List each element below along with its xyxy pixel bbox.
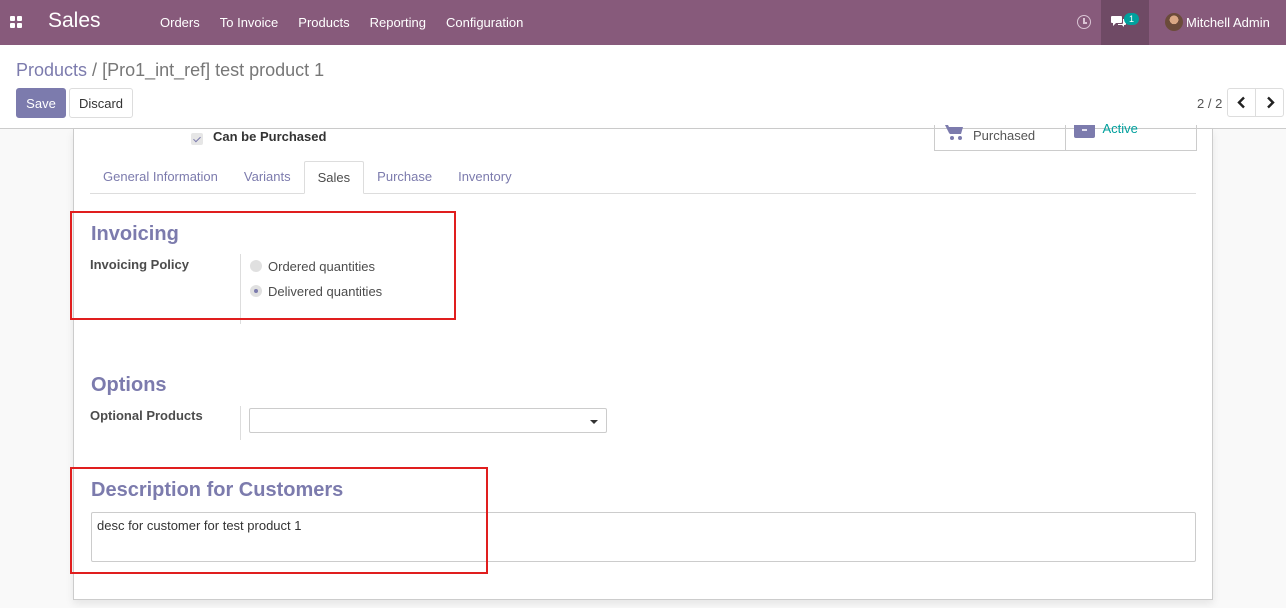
activity-clock-icon[interactable] <box>1077 15 1091 29</box>
chevron-right-icon <box>1267 96 1275 109</box>
chat-count-badge: 1 <box>1124 13 1140 25</box>
user-menu[interactable]: Mitchell Admin <box>1186 15 1270 30</box>
pager-previous-button[interactable] <box>1227 88 1256 117</box>
options-title: Options <box>91 374 167 396</box>
menu-item-reporting[interactable]: Reporting <box>360 0 436 45</box>
tab-variants[interactable]: Variants <box>231 161 304 193</box>
tab-inventory[interactable]: Inventory <box>445 161 524 193</box>
user-avatar[interactable] <box>1165 13 1183 31</box>
app-title[interactable]: Sales <box>48 9 101 33</box>
archive-icon <box>1073 125 1095 138</box>
tab-purchase[interactable]: Purchase <box>364 161 445 193</box>
ordered-quantities-label[interactable]: Ordered quantities <box>268 259 375 274</box>
chevron-left-icon <box>1237 96 1245 109</box>
delivered-quantities-option[interactable]: Delivered quantities <box>250 282 382 300</box>
invoicing-title: Invoicing <box>91 223 179 245</box>
form-sheet: Can be Purchased Purchased Active Genera… <box>73 121 1213 600</box>
menu-item-to-invoice[interactable]: To Invoice <box>210 0 289 45</box>
notebook-tabs: General Information Variants Sales Purch… <box>90 161 1196 194</box>
field-separator <box>240 406 241 440</box>
tab-general-information[interactable]: General Information <box>90 161 231 193</box>
delivered-quantities-label[interactable]: Delivered quantities <box>268 284 382 299</box>
tab-sales[interactable]: Sales <box>303 161 365 194</box>
optional-products-select[interactable] <box>249 408 607 433</box>
purchased-stat-button[interactable]: Purchased <box>935 125 1066 150</box>
purchased-stat-label: Purchased <box>973 128 1036 143</box>
delivered-quantities-radio[interactable] <box>250 285 262 297</box>
description-for-customers-field[interactable]: desc for customer for test product 1 <box>91 512 1196 562</box>
active-label: Active <box>1102 121 1138 136</box>
active-toggle-button[interactable]: Active <box>1066 121 1197 150</box>
breadcrumb: Products / [Pro1_int_ref] test product 1 <box>16 60 324 81</box>
pager-next-button[interactable] <box>1255 88 1284 117</box>
caret-down-icon[interactable] <box>590 420 598 424</box>
save-button[interactable]: Save <box>16 88 66 118</box>
discard-button[interactable]: Discard <box>69 88 133 118</box>
messaging-button[interactable]: 1 <box>1101 0 1149 45</box>
top-navbar: Sales Orders To Invoice Products Reporti… <box>0 0 1286 45</box>
breadcrumb-products-link[interactable]: Products <box>16 60 87 80</box>
pager-value[interactable]: 2 / 2 <box>1197 96 1222 111</box>
description-for-customers-title: Description for Customers <box>91 479 344 501</box>
ordered-quantities-radio[interactable] <box>250 260 262 272</box>
shopping-cart-icon <box>945 125 963 140</box>
smart-button-box: Purchased Active <box>934 121 1197 151</box>
menu-item-configuration[interactable]: Configuration <box>436 0 533 45</box>
can-be-purchased-label: Can be Purchased <box>213 129 327 144</box>
control-panel: Products / [Pro1_int_ref] test product 1 S… <box>0 45 1286 129</box>
optional-products-label: Optional Products <box>90 408 203 423</box>
ordered-quantities-option[interactable]: Ordered quantities <box>250 257 375 275</box>
main-menu: Orders To Invoice Products Reporting Con… <box>150 0 533 45</box>
menu-item-orders[interactable]: Orders <box>150 0 210 45</box>
breadcrumb-current: [Pro1_int_ref] test product 1 <box>102 60 325 80</box>
field-separator <box>240 254 241 324</box>
apps-menu-icon[interactable] <box>10 16 23 29</box>
breadcrumb-separator: / <box>92 60 98 80</box>
menu-item-products[interactable]: Products <box>288 0 359 45</box>
can-be-purchased-checkbox[interactable] <box>191 133 203 145</box>
invoicing-policy-label: Invoicing Policy <box>90 257 189 272</box>
